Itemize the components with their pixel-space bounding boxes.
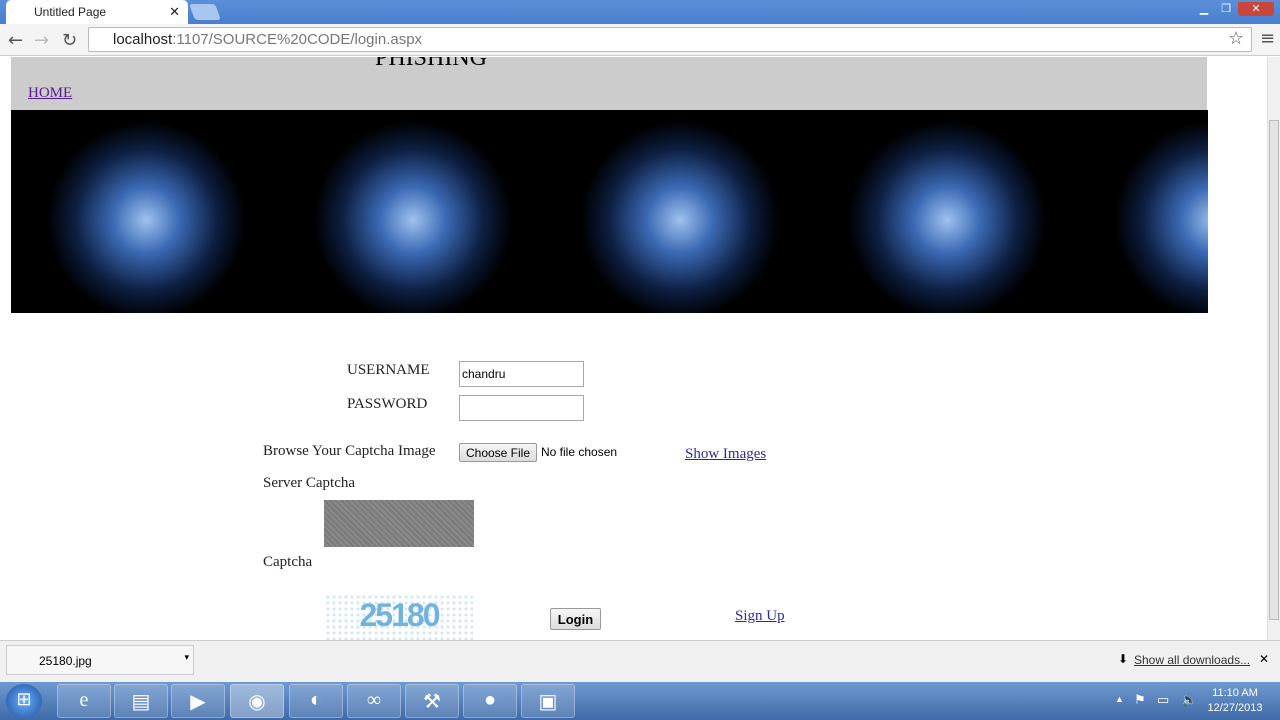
password-label: PASSWORD: [347, 396, 428, 412]
forward-icon[interactable]: →: [34, 30, 49, 51]
show-hidden-icons[interactable]: ▲: [1115, 694, 1124, 704]
username-input[interactable]: chandru: [459, 361, 584, 387]
close-window-icon[interactable]: ✕: [1238, 2, 1274, 16]
show-images-link[interactable]: Show Images: [685, 446, 766, 463]
clock[interactable]: 11:10 AM 12/27/2013: [1200, 686, 1270, 716]
download-file-name: 25180.jpg: [39, 654, 92, 668]
reload-icon[interactable]: ↻: [62, 30, 77, 51]
menu-icon[interactable]: ≡: [1260, 28, 1275, 49]
site-title: PHISHING: [375, 57, 488, 71]
chrome-icon[interactable]: ◉: [230, 684, 284, 718]
show-all-downloads-link[interactable]: Show all downloads...: [1134, 653, 1250, 667]
media-player-icon[interactable]: ▶: [171, 684, 225, 718]
minimize-icon[interactable]: ▁: [1194, 2, 1214, 16]
sign-up-link[interactable]: Sign Up: [735, 608, 785, 625]
window-icon[interactable]: ▣: [521, 684, 575, 718]
file-status: No file chosen: [541, 445, 618, 459]
start-button[interactable]: ⊞: [6, 684, 42, 718]
star-icon[interactable]: ☆: [1228, 28, 1244, 49]
password-input[interactable]: [459, 395, 584, 421]
back-icon[interactable]: ←: [8, 30, 23, 51]
server-captcha-image: [324, 500, 474, 547]
address-bar[interactable]: localhost:1107/SOURCE%20CODE/login.aspx: [88, 27, 1252, 52]
home-link[interactable]: HOME: [28, 85, 72, 102]
browse-captcha-label: Browse Your Captcha Image: [263, 443, 436, 459]
volume-icon[interactable]: 🔈: [1181, 692, 1197, 708]
choose-file-button[interactable]: Choose File: [459, 443, 537, 462]
firefox-icon[interactable]: ◐: [289, 684, 343, 718]
download-item[interactable]: 25180.jpg ▾: [6, 645, 194, 675]
username-label: USERNAME: [347, 362, 430, 378]
captcha-label: Captcha: [263, 554, 313, 570]
restore-icon[interactable]: ❐: [1216, 2, 1236, 16]
site-header: [11, 57, 1207, 110]
dropdown-icon[interactable]: ▾: [184, 652, 189, 663]
close-tab-icon[interactable]: ✕: [169, 4, 180, 20]
login-button[interactable]: Login: [550, 608, 601, 630]
download-icon: ⬇: [1118, 652, 1129, 666]
banner-image: [11, 110, 1208, 313]
captcha-image: 25180: [325, 594, 473, 640]
tools-icon[interactable]: ⚒: [405, 684, 459, 718]
app-icon[interactable]: ●: [463, 684, 517, 718]
close-download-bar-icon[interactable]: ✕: [1259, 652, 1269, 666]
server-captcha-label: Server Captcha: [263, 475, 356, 491]
network-icon[interactable]: ▭: [1157, 692, 1169, 708]
new-tab-button[interactable]: [189, 4, 221, 20]
browser-tab[interactable]: Untitled Page ✕: [6, 0, 188, 24]
ie-icon[interactable]: e: [57, 684, 111, 718]
explorer-icon[interactable]: ▤: [114, 684, 168, 718]
page-content: PHISHING HOME USERNAME chandru PASSWORD …: [0, 57, 1267, 640]
action-center-icon[interactable]: ⚑: [1134, 692, 1146, 708]
scrollbar-thumb[interactable]: [1269, 120, 1279, 620]
visual-studio-icon[interactable]: ∞: [347, 684, 401, 718]
tab-title: Untitled Page: [34, 5, 107, 19]
